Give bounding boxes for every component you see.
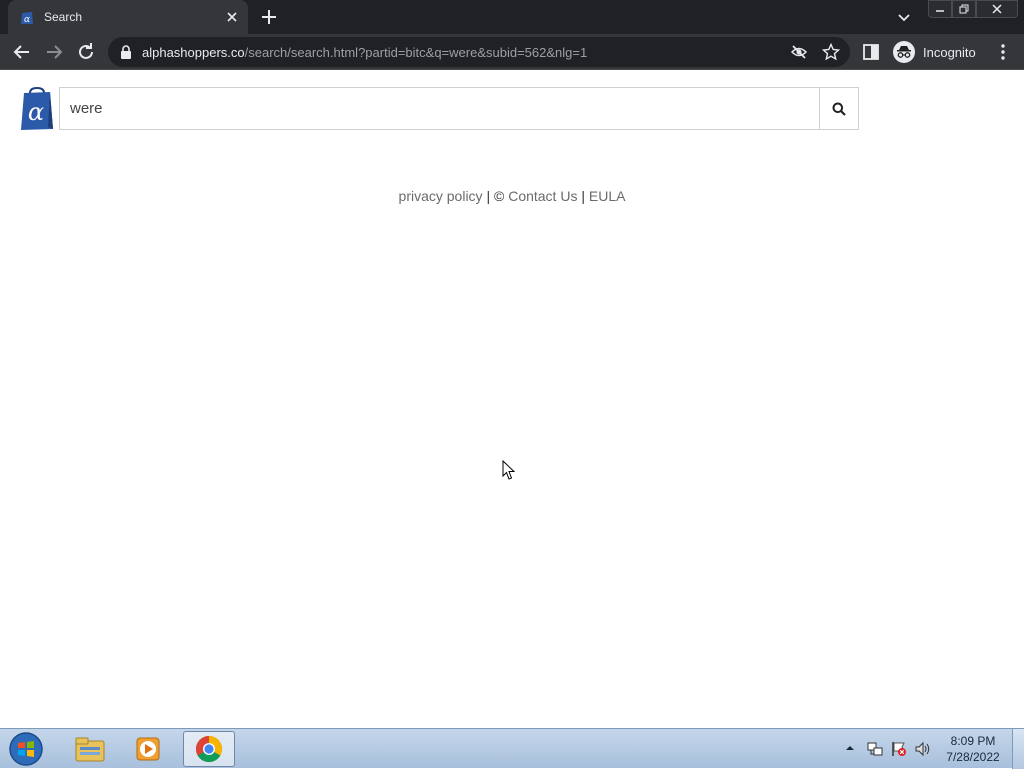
footer-links: privacy policy | © Contact Us | EULA xyxy=(0,188,1024,204)
show-hidden-icons-icon[interactable] xyxy=(845,743,855,753)
tab-close-icon[interactable] xyxy=(222,7,242,27)
show-desktop-button[interactable] xyxy=(1012,729,1024,769)
window-minimize-button[interactable] xyxy=(928,0,952,18)
minimize-icon xyxy=(936,10,944,12)
taskbar-explorer-button[interactable] xyxy=(64,731,116,767)
restore-icon xyxy=(959,4,969,14)
privacy-policy-link[interactable]: privacy policy xyxy=(399,188,483,204)
system-clock[interactable]: 8:09 PM 7/28/2022 xyxy=(940,733,1006,765)
windows-start-button-icon[interactable] xyxy=(7,731,45,767)
volume-icon[interactable] xyxy=(914,740,932,758)
svg-text:α: α xyxy=(28,98,44,126)
search-icon xyxy=(832,102,846,116)
incognito-label: Incognito xyxy=(923,44,976,60)
tab-title: Search xyxy=(44,10,83,24)
chrome-icon xyxy=(195,735,223,763)
browser-toolbar: alphashoppers.co/search/search.html?part… xyxy=(0,34,1024,70)
network-icon[interactable] xyxy=(866,740,884,758)
clock-date: 7/28/2022 xyxy=(946,750,1000,764)
footer-separator: | xyxy=(581,188,585,204)
close-window-icon xyxy=(992,4,1002,14)
tab-strip: α Search xyxy=(0,0,1024,34)
address-url[interactable]: alphashoppers.co/search/search.html?part… xyxy=(142,45,587,60)
incognito-icon xyxy=(893,41,915,63)
search-button[interactable] xyxy=(819,87,859,130)
eye-off-icon[interactable] xyxy=(790,43,808,61)
search-input[interactable] xyxy=(60,88,820,129)
search-box xyxy=(59,87,820,130)
contact-us-link[interactable]: Contact Us xyxy=(508,188,577,204)
footer-separator: | xyxy=(486,188,491,204)
back-arrow-icon[interactable] xyxy=(10,40,34,64)
svg-text:α: α xyxy=(24,15,30,25)
url-host: alphashoppers.co xyxy=(142,45,245,60)
alphashoppers-logo-icon[interactable]: α xyxy=(20,87,54,131)
tab-search[interactable]: α Search xyxy=(8,0,248,34)
more-menu-icon[interactable] xyxy=(994,42,1012,62)
windows-explorer-icon xyxy=(75,737,105,762)
url-path: /search/search.html?partid=bitc&q=were&s… xyxy=(244,45,588,60)
media-player-icon xyxy=(136,737,160,761)
clock-time: 8:09 PM xyxy=(950,734,996,748)
taskbar-media-player-button[interactable] xyxy=(122,731,174,767)
taskbar-chrome-button[interactable] xyxy=(183,731,235,767)
bookmark-star-icon[interactable] xyxy=(822,43,840,61)
page-content: α privacy policy | © Contact Us | EULA xyxy=(0,71,1024,728)
address-bar[interactable]: alphashoppers.co/search/search.html?part… xyxy=(108,37,850,67)
mouse-cursor-icon xyxy=(502,460,516,480)
incognito-profile-button[interactable]: Incognito xyxy=(890,38,984,66)
windows-taskbar: 8:09 PM 7/28/2022 xyxy=(0,728,1024,769)
tab-search-chevron-icon[interactable] xyxy=(894,7,914,27)
copyright-symbol: © xyxy=(493,188,505,204)
lock-icon[interactable] xyxy=(120,45,132,59)
side-panel-icon[interactable] xyxy=(862,43,880,61)
window-restore-button[interactable] xyxy=(952,0,976,18)
window-close-button[interactable] xyxy=(976,0,1018,18)
reload-icon[interactable] xyxy=(74,40,98,64)
forward-arrow-icon[interactable] xyxy=(42,40,66,64)
action-center-flag-icon[interactable] xyxy=(890,740,908,758)
alphashoppers-favicon-icon: α xyxy=(21,12,33,25)
eula-link[interactable]: EULA xyxy=(589,188,626,204)
new-tab-plus-icon[interactable] xyxy=(258,6,280,28)
